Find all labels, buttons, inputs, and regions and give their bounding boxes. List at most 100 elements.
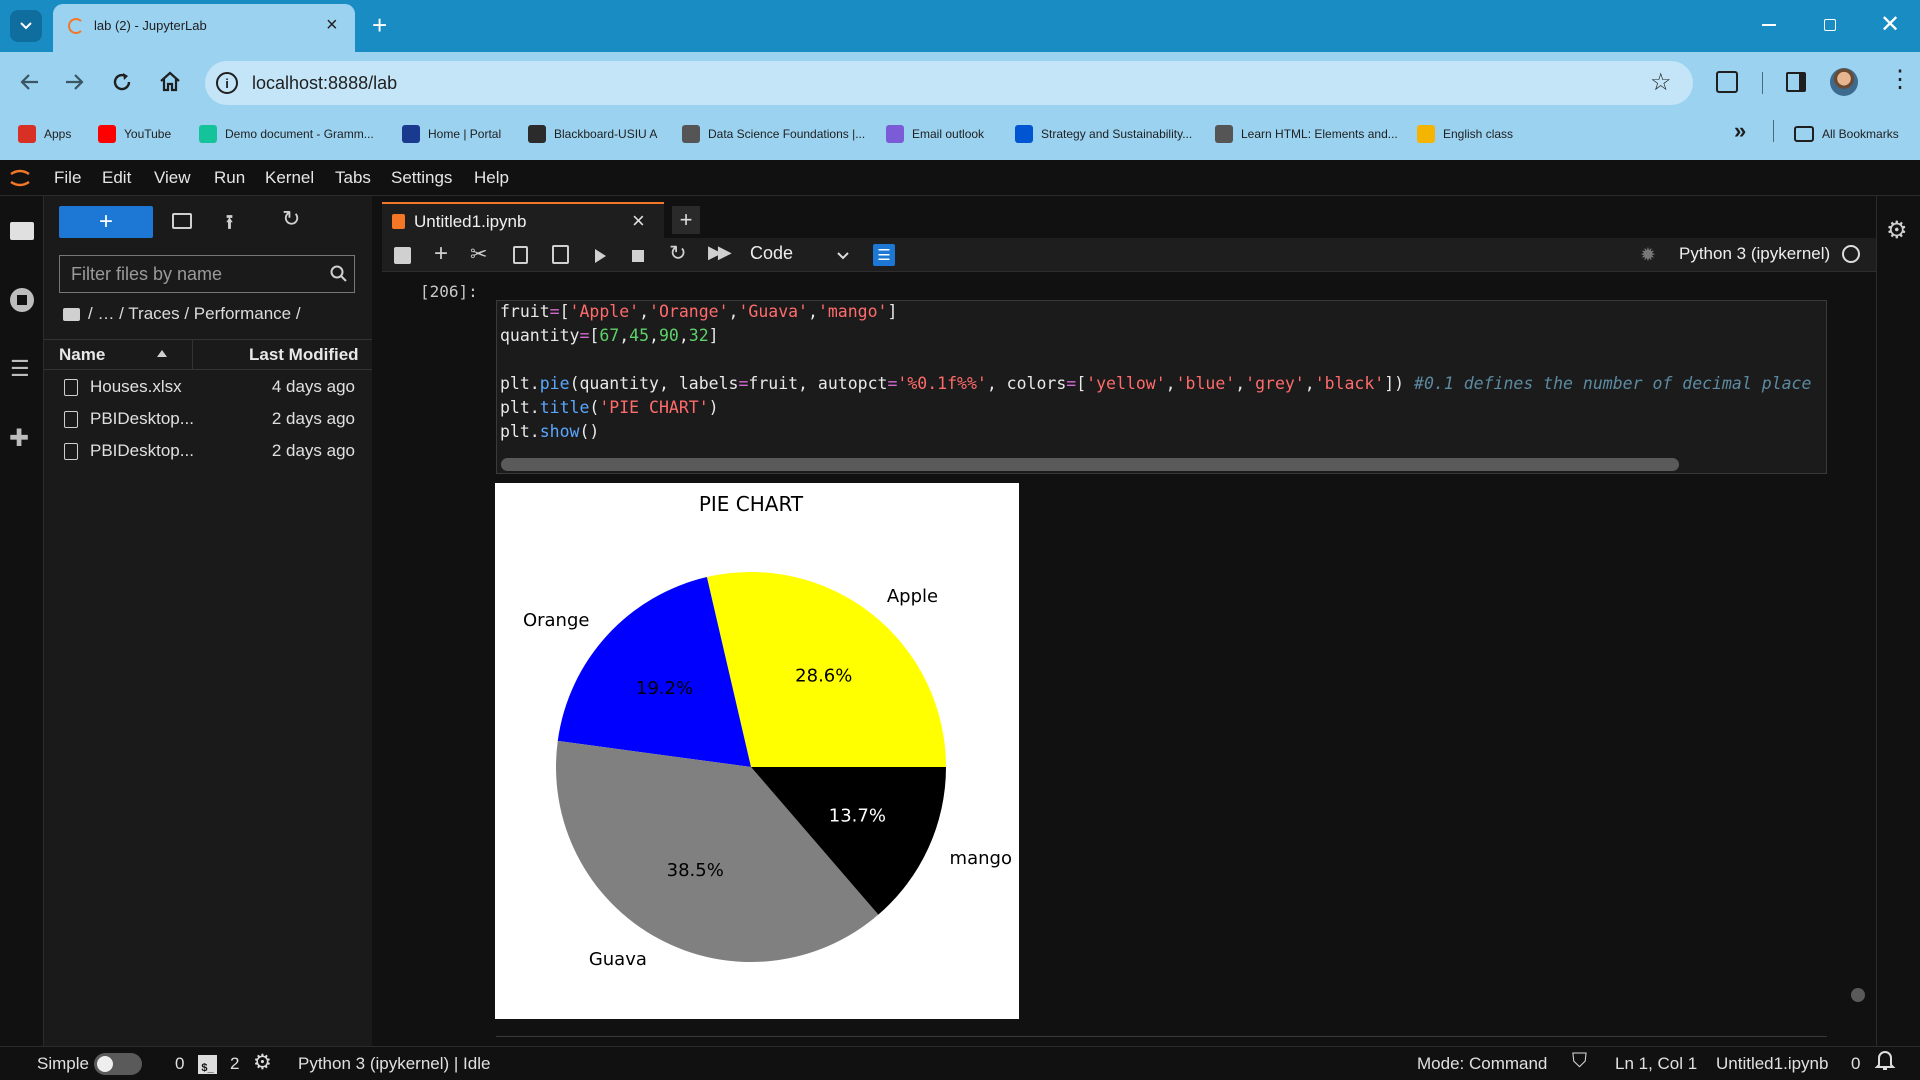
bell-icon[interactable] (1874, 1048, 1896, 1072)
url-text[interactable]: localhost:8888/lab (252, 73, 397, 94)
menu-kernel[interactable]: Kernel (265, 168, 314, 188)
bookmark-item[interactable]: English class (1417, 121, 1513, 147)
pie-percent-label: 13.7% (829, 806, 886, 827)
property-gear-icon[interactable]: ⚙ (1886, 216, 1908, 245)
menu-edit[interactable]: Edit (102, 168, 131, 188)
cursor-position[interactable]: Ln 1, Col 1 (1615, 1054, 1697, 1074)
site-info-icon[interactable]: i (216, 72, 238, 94)
new-launcher-button[interactable]: + (59, 206, 153, 238)
debugger-bug-icon[interactable]: ✹ (1640, 244, 1656, 267)
minimize-button[interactable] (1762, 24, 1776, 26)
reload-icon[interactable] (110, 70, 134, 94)
back-arrow-icon[interactable] (18, 70, 42, 94)
bookmark-item[interactable]: Blackboard-USIU A (528, 121, 657, 147)
menu-tabs[interactable]: Tabs (335, 168, 371, 188)
paste-icon[interactable] (552, 245, 569, 264)
new-tab-button[interactable]: + (372, 10, 387, 41)
folder-icon (1794, 126, 1814, 142)
restore-button[interactable] (1824, 19, 1836, 31)
plot-output: PIE CHART Apple 28.6% Orange 19.2% Guava 38.5… (495, 483, 1019, 1019)
horizontal-scrollbar[interactable] (501, 458, 1679, 471)
side-panel-icon[interactable] (1786, 72, 1806, 92)
editor-mode[interactable]: Mode: Command (1417, 1054, 1547, 1074)
bookmark-item[interactable]: Demo document - Gramm... (199, 121, 374, 147)
bookmark-label: Apps (44, 127, 72, 141)
forward-arrow-icon[interactable] (62, 70, 86, 94)
bookmark-item[interactable]: Home | Portal (402, 121, 501, 147)
bookmark-item[interactable]: Learn HTML: Elements and... (1215, 121, 1398, 147)
sort-ascending-icon[interactable] (157, 350, 167, 357)
file-row[interactable]: PBIDesktop... 2 days ago (44, 403, 372, 435)
bookmark-item[interactable]: Email outlook (886, 121, 984, 147)
breadcrumb-text[interactable]: / … / Traces / Performance / (88, 304, 301, 323)
address-bar[interactable] (205, 61, 1693, 105)
save-icon[interactable] (394, 247, 411, 264)
bookmark-item[interactable]: Apps (18, 121, 71, 147)
tab-close-icon[interactable]: × (326, 14, 338, 37)
property-inspector-icon[interactable]: ☰ (873, 244, 895, 266)
restart-icon[interactable]: ↻ (669, 241, 687, 266)
file-filter-input[interactable] (71, 264, 311, 285)
tab-untitled1[interactable]: Untitled1.ipynb × (382, 202, 664, 239)
more-menu-icon[interactable]: ⋮ (1888, 68, 1912, 92)
stop-icon[interactable] (632, 250, 644, 262)
more-bookmarks-icon[interactable]: » (1734, 118, 1746, 144)
extension-manager-icon[interactable]: ✚ (9, 424, 29, 453)
cut-icon[interactable]: ✂ (470, 242, 488, 267)
pie-category-label: Guava (589, 949, 647, 970)
pie-percent-label: 19.2% (636, 678, 693, 699)
file-name: PBIDesktop... (90, 441, 194, 460)
grammarly-icon (199, 125, 217, 143)
bookmark-item[interactable]: YouTube (98, 121, 171, 147)
column-modified-header[interactable]: Last Modified (249, 345, 359, 365)
tab-search-button[interactable] (10, 10, 42, 42)
new-folder-icon[interactable] (172, 213, 192, 229)
code-editor[interactable]: fruit=['Apple','Orange','Guava','mango']… (500, 302, 1827, 452)
shield-check-icon[interactable]: ⛉ (1572, 1050, 1587, 1073)
fast-forward-icon[interactable]: ▶▶ (708, 242, 732, 263)
chart-title: PIE CHART (699, 492, 804, 516)
upload-icon[interactable]: ⭱ (226, 208, 233, 242)
youtube-icon (98, 125, 116, 143)
menu-file[interactable]: File (54, 168, 81, 188)
extensions-icon[interactable] (1716, 71, 1738, 93)
terminals-count[interactable]: 0 (175, 1054, 184, 1074)
close-icon[interactable]: × (632, 208, 645, 234)
cell-type-select[interactable]: Code (750, 243, 852, 267)
window-close-button[interactable]: ✕ (1880, 10, 1900, 39)
vertical-scrollbar[interactable] (1851, 988, 1865, 1002)
new-tab-button[interactable]: + (672, 206, 700, 234)
all-bookmarks-button[interactable]: All Bookmarks (1794, 121, 1899, 147)
folder-icon[interactable] (10, 222, 34, 240)
bookmark-item[interactable]: Strategy and Sustainability... (1015, 121, 1192, 147)
bookmark-star-icon[interactable]: ☆ (1650, 68, 1672, 97)
home-icon[interactable] (158, 70, 182, 94)
file-filter-field[interactable] (59, 255, 355, 293)
bookmark-label: YouTube (124, 127, 172, 141)
insert-cell-icon[interactable]: + (434, 240, 448, 268)
copy-icon[interactable] (513, 246, 528, 264)
menu-view[interactable]: View (154, 168, 191, 188)
run-icon[interactable] (595, 249, 606, 263)
column-name-header[interactable]: Name (59, 345, 105, 365)
refresh-icon[interactable]: ↻ (282, 206, 300, 232)
menu-settings[interactable]: Settings (391, 168, 452, 188)
kernel-status[interactable]: Python 3 (ipykernel) | Idle (298, 1054, 490, 1074)
tab-label: Untitled1.ipynb (414, 212, 527, 231)
coursera-icon (1015, 125, 1033, 143)
kernels-count[interactable]: 2 (230, 1054, 239, 1074)
breadcrumb[interactable]: / … / Traces / Performance / (88, 304, 301, 324)
bookmark-label: Data Science Foundations |... (708, 127, 866, 141)
simple-mode-toggle[interactable] (94, 1053, 142, 1075)
running-kernels-icon[interactable] (10, 288, 34, 312)
file-icon (64, 443, 78, 460)
bookmark-item[interactable]: Data Science Foundations |... (682, 121, 865, 147)
kernel-name[interactable]: Python 3 (ipykernel) (1679, 244, 1830, 264)
menu-run[interactable]: Run (214, 168, 245, 188)
file-row[interactable]: Houses.xlsx 4 days ago (44, 371, 372, 403)
menu-help[interactable]: Help (474, 168, 509, 188)
file-row[interactable]: PBIDesktop... 2 days ago (44, 435, 372, 467)
profile-avatar[interactable] (1830, 68, 1858, 96)
table-of-contents-icon[interactable]: ☰ (10, 356, 30, 382)
code-line-4: plt.pie(quantity, labels=fruit, autopct=… (500, 374, 1812, 393)
